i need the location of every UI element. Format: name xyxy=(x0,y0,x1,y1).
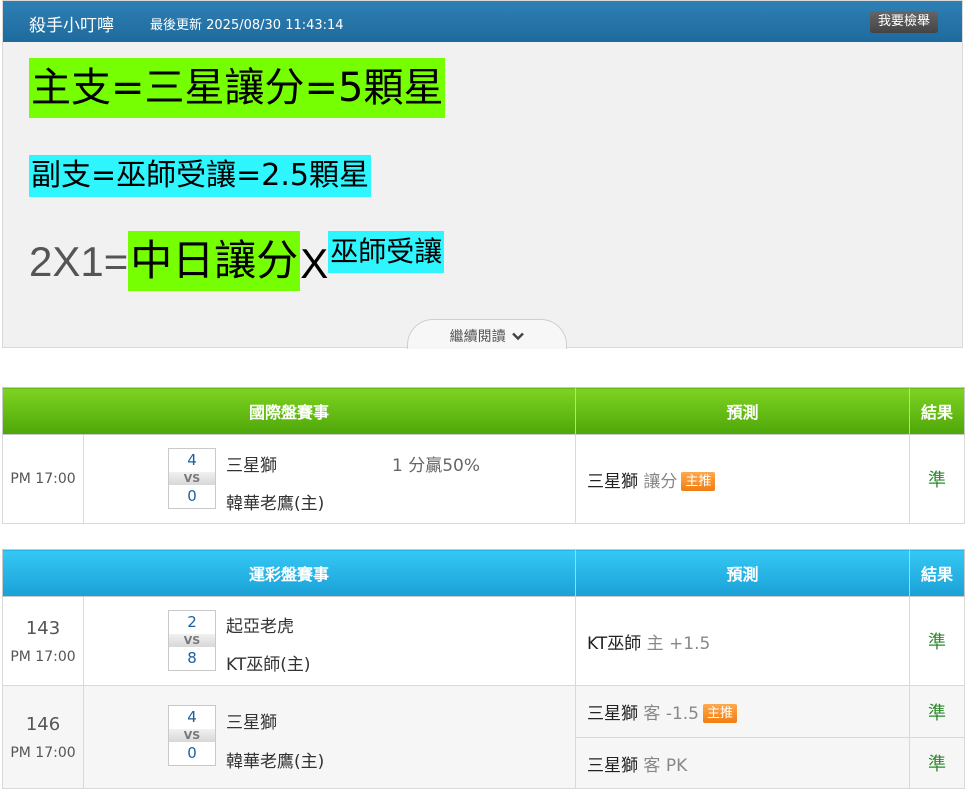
handicap-odds: 1 分贏50% xyxy=(392,456,481,476)
article-panel: 殺手小叮嚀 最後更新 2025/08/30 11:43:14 我要檢舉 主支=三… xyxy=(2,0,963,349)
pred-type: 客 PK xyxy=(643,755,688,776)
vs-label: VS xyxy=(169,729,215,742)
game-time-text: PM 17:00 xyxy=(10,648,76,665)
prediction-cell: 三星獅 客 PK xyxy=(575,737,911,789)
result-cell: 準 xyxy=(909,434,966,524)
score-top: 4 xyxy=(187,708,197,726)
top-pick-badge: 主推 xyxy=(703,704,738,723)
pred-type: 客 -1.5 xyxy=(643,704,699,724)
team-bottom: 韓華老鷹(主) xyxy=(226,494,325,514)
table-row: 143 PM 17:00 2 VS 8 起亞老虎 KT巫師(主) KT巫師 主 +… xyxy=(2,596,966,686)
article-line-2: 副支=巫師受讓=2.5顆星 xyxy=(29,155,371,197)
lottery-header-result: 結果 xyxy=(909,549,966,597)
prediction-cell: KT巫師 主 +1.5 xyxy=(575,596,911,686)
pred-team: KT巫師 xyxy=(587,633,642,654)
score-bottom: 0 xyxy=(187,744,197,762)
score-bottom: 0 xyxy=(187,487,197,505)
vs-label: VS xyxy=(169,634,215,647)
lottery-header-prediction: 預測 xyxy=(575,549,911,597)
pred-type: 讓分 xyxy=(643,471,678,492)
intl-header-prediction: 預測 xyxy=(575,387,911,435)
match-cell: 4 VS 0 三星獅 韓華老鷹(主) xyxy=(82,685,577,789)
intl-header-result: 結果 xyxy=(909,387,966,435)
result-cell: 準 xyxy=(909,737,966,789)
sports-lottery-table: 運彩盤賽事 預測 結果 143 PM 17:00 2 VS 8 起亞老虎 KT巫師… xyxy=(1,549,966,789)
prediction-cell: 三星獅 讓分 主推 xyxy=(575,434,911,524)
vs-label: VS xyxy=(169,472,215,485)
top-pick-badge: 主推 xyxy=(681,471,716,491)
line2-text: 副支=巫師受讓=2.5顆星 xyxy=(29,155,371,197)
team-bottom: 韓華老鷹(主) xyxy=(226,752,325,772)
line3-cyan: 巫師受讓 xyxy=(328,231,445,273)
team-top: 三星獅 xyxy=(226,713,277,733)
lottery-header-event: 運彩盤賽事 xyxy=(1,549,577,597)
game-time: 146 PM 17:00 xyxy=(2,685,84,789)
match-cell: 2 VS 8 起亞老虎 KT巫師(主) xyxy=(82,596,577,686)
author-name[interactable]: 殺手小叮嚀 xyxy=(29,11,114,36)
game-number: 143 xyxy=(25,617,61,639)
intl-header-event: 國際盤賽事 xyxy=(1,387,577,435)
score-box: 2 VS 8 xyxy=(168,610,216,671)
game-time: 143 PM 17:00 xyxy=(2,596,84,686)
report-button[interactable]: 我要檢舉 xyxy=(869,11,938,33)
table-row: 146 PM 17:00 4 VS 0 三星獅 韓華老鷹(主) 三星獅 客 -1.… xyxy=(2,685,966,789)
score-box: 4 VS 0 xyxy=(168,448,216,509)
line3-prefix: 2X1= xyxy=(29,238,129,285)
game-number: 146 xyxy=(25,713,61,735)
team-top: 三星獅 xyxy=(226,456,277,476)
game-time: PM 17:00 xyxy=(2,434,84,524)
line3-green: 中日讓分 xyxy=(128,231,301,291)
score-top: 4 xyxy=(187,451,197,469)
international-table: 國際盤賽事 預測 結果 PM 17:00 4 VS 0 三星獅 韓華老鷹(主) … xyxy=(1,387,966,524)
pred-team: 三星獅 xyxy=(587,755,639,776)
read-more-label: 繼續閱讀 xyxy=(449,329,506,345)
chevron-down-icon xyxy=(509,330,525,344)
pred-type: 主 +1.5 xyxy=(646,633,711,654)
score-box: 4 VS 0 xyxy=(168,705,216,766)
pred-team: 三星獅 xyxy=(587,471,639,492)
line3-x: X xyxy=(300,240,329,287)
article-header: 殺手小叮嚀 最後更新 2025/08/30 11:43:14 我要檢舉 xyxy=(3,1,962,42)
article-line-3: 2X1=中日讓分X巫師受讓 xyxy=(29,231,445,293)
article-line-1: 主支=三星讓分=5顆星 xyxy=(29,58,446,118)
team-top: 起亞老虎 xyxy=(226,617,294,637)
result-cell: 準 xyxy=(909,596,966,686)
game-time-text: PM 17:00 xyxy=(10,744,76,761)
pred-team: 三星獅 xyxy=(587,704,639,724)
last-updated: 最後更新 2025/08/30 11:43:14 xyxy=(150,18,344,33)
prediction-cell: 三星獅 客 -1.5 主推 xyxy=(575,685,911,738)
team-bottom: KT巫師(主) xyxy=(226,655,311,675)
score-top: 2 xyxy=(187,613,197,631)
table-row: PM 17:00 4 VS 0 三星獅 韓華老鷹(主) 1 分贏50% 三星獅 … xyxy=(2,434,966,524)
result-cell: 準 xyxy=(909,685,966,738)
match-cell: 4 VS 0 三星獅 韓華老鷹(主) 1 分贏50% xyxy=(82,434,577,524)
line1-text: 主支=三星讓分=5顆星 xyxy=(29,58,446,118)
score-bottom: 8 xyxy=(187,649,197,667)
read-more-button[interactable]: 繼續閱讀 xyxy=(407,319,567,349)
